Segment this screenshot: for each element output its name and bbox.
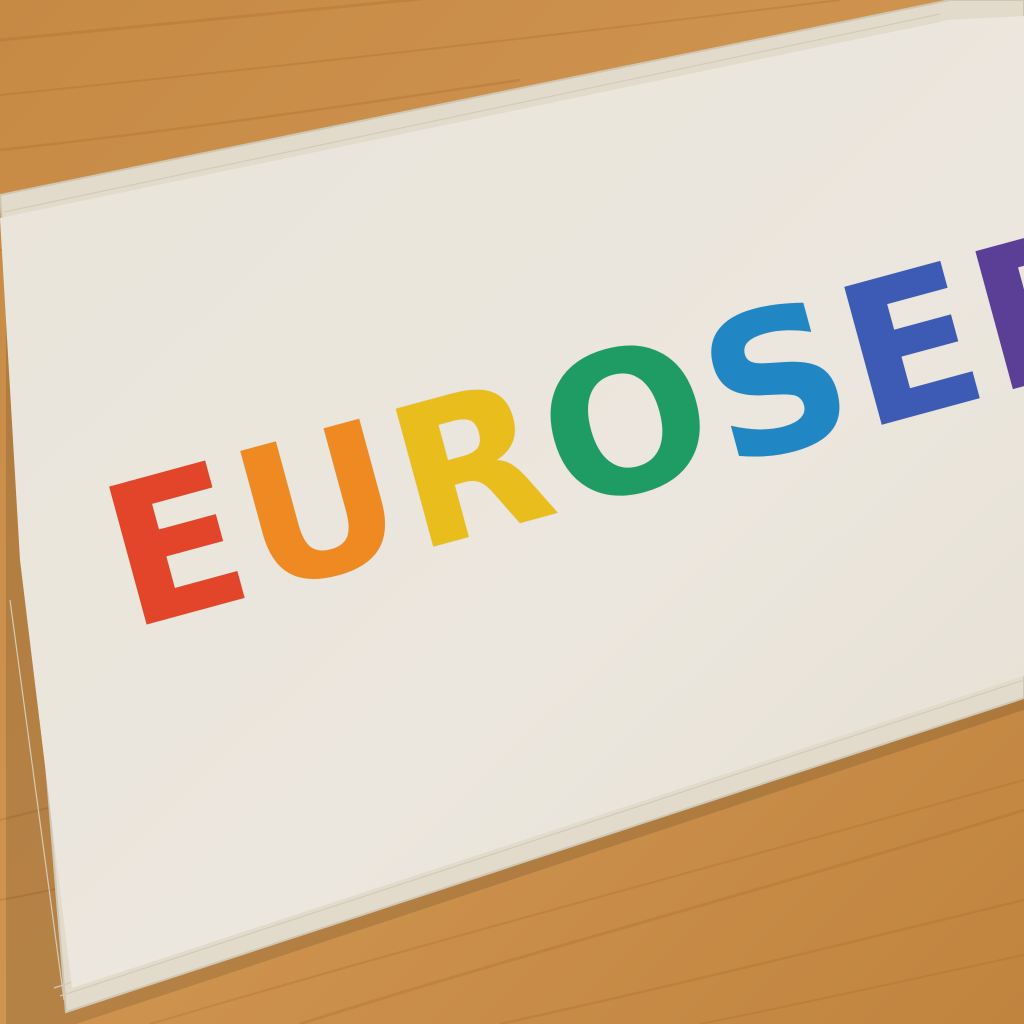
photo-scene: EUROSER bbox=[0, 0, 1024, 1024]
